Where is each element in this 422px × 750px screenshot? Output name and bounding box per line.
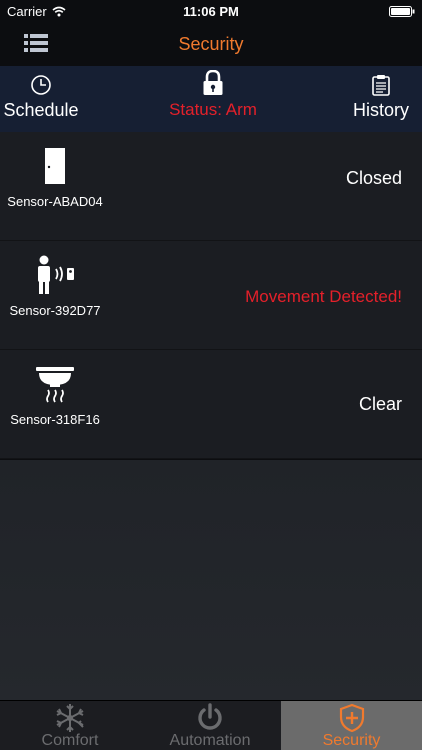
history-label: History: [352, 100, 409, 120]
schedule-button[interactable]: Schedule: [0, 72, 82, 121]
smoke-detector-icon: [36, 367, 74, 403]
sensor-state: Closed: [345, 168, 402, 188]
tab-automation[interactable]: Automation: [140, 701, 280, 750]
schedule-label: Schedule: [3, 100, 79, 120]
tab-security[interactable]: Security: [281, 701, 422, 750]
padlock-icon: [203, 70, 223, 95]
sensor-state: Clear: [358, 394, 402, 414]
sensor-state: Movement Detected!: [245, 287, 402, 306]
tab-comfort[interactable]: Comfort: [0, 701, 140, 750]
shield-plus-icon: [339, 703, 364, 733]
list-item[interactable]: Sensor-392D77 Movement Detected!: [0, 241, 422, 350]
list-item[interactable]: Sensor-ABAD04 Closed: [0, 132, 422, 241]
arm-status-label: Status: Arm: [169, 100, 257, 119]
door-sensor-icon: [45, 148, 65, 184]
sensor-name: Sensor-ABAD04: [7, 194, 103, 209]
list-item[interactable]: Sensor-318F16 Clear: [0, 350, 422, 459]
motion-sensor-icon: [38, 255, 74, 294]
clipboard-icon: [372, 75, 390, 96]
security-subnav: Schedule Status: Arm History: [0, 66, 422, 132]
sensor-name: Sensor-392D77: [9, 303, 101, 318]
sensor-name: Sensor-318F16: [10, 412, 100, 427]
arm-status-button[interactable]: Status: Arm: [150, 70, 276, 120]
clock-time: 11:06 PM: [183, 4, 239, 19]
tab-automation-label: Automation: [169, 732, 251, 749]
status-bar: Carrier 11:06 PM: [0, 0, 422, 22]
history-button[interactable]: History: [345, 72, 417, 121]
battery-icon: [389, 6, 415, 17]
sensor-list: Sensor-ABAD04 Closed Sensor-392D77 Movem…: [0, 132, 422, 459]
page-title: Security: [178, 34, 244, 54]
tab-comfort-label: Comfort: [41, 732, 99, 749]
power-icon: [198, 703, 222, 730]
tab-bar: Comfort Automation Security: [0, 700, 422, 750]
empty-content-area: [0, 460, 422, 700]
tab-security-label: Security: [322, 732, 381, 749]
clock-icon: [31, 75, 51, 95]
snowflake-sun-icon: [56, 704, 84, 732]
navigation-bar: Security: [0, 22, 422, 66]
